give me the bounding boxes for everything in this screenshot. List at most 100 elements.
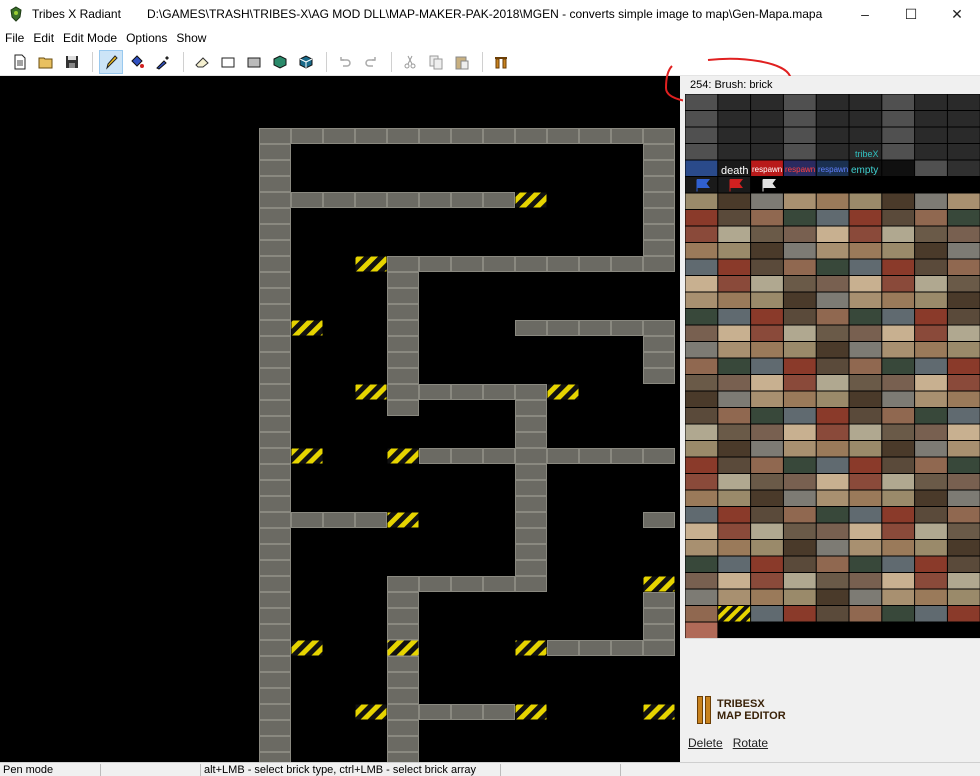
brush-swatch[interactable] <box>882 391 915 408</box>
brick-tile[interactable] <box>387 352 419 368</box>
brick-tile[interactable] <box>387 368 419 384</box>
brush-swatch[interactable] <box>783 391 816 408</box>
brush-swatch[interactable] <box>882 342 915 358</box>
brush-swatch[interactable] <box>947 474 980 490</box>
brush-swatch[interactable] <box>915 424 947 441</box>
brush-swatch[interactable] <box>947 573 980 589</box>
brick-tile[interactable] <box>483 576 515 592</box>
brush-swatch[interactable] <box>947 226 980 243</box>
brush-swatch[interactable] <box>915 94 947 111</box>
brick-tile[interactable] <box>419 704 451 720</box>
brick-tile[interactable] <box>259 736 291 752</box>
menu-edit[interactable]: Edit <box>29 31 58 45</box>
brush-swatch[interactable] <box>947 424 980 441</box>
brush-swatch[interactable] <box>849 292 882 309</box>
brush-swatch[interactable] <box>783 325 816 342</box>
brush-swatch[interactable] <box>882 127 915 144</box>
hazard-tile[interactable] <box>355 256 387 272</box>
brush-swatch[interactable] <box>816 606 849 622</box>
brush-swatch[interactable] <box>947 160 980 177</box>
brick-tile[interactable] <box>387 608 419 624</box>
new-file-button[interactable] <box>8 50 32 74</box>
brick-tile[interactable] <box>451 576 483 592</box>
menu-file[interactable]: File <box>1 31 28 45</box>
map-grid[interactable] <box>0 76 680 762</box>
brush-swatch[interactable] <box>685 309 718 325</box>
brush-swatch[interactable] <box>947 144 980 160</box>
brush-swatch[interactable] <box>751 309 783 325</box>
brush-swatch[interactable] <box>882 243 915 259</box>
brush-swatch[interactable] <box>685 457 718 474</box>
brush-swatch[interactable] <box>783 523 816 540</box>
brush-swatch[interactable] <box>685 276 718 292</box>
brush-swatch[interactable] <box>915 540 947 556</box>
brush-swatch[interactable] <box>718 342 751 358</box>
brick-tile[interactable] <box>579 128 611 144</box>
brush-swatch[interactable] <box>882 540 915 556</box>
brush-swatch[interactable] <box>915 127 947 144</box>
brush-swatch[interactable] <box>816 358 849 375</box>
brush-swatch[interactable] <box>947 408 980 424</box>
brush-swatch[interactable] <box>947 243 980 259</box>
brush-swatch[interactable] <box>915 111 947 127</box>
brush-swatch[interactable] <box>718 391 751 408</box>
brush-swatch[interactable] <box>816 309 849 325</box>
brush-swatch[interactable] <box>718 127 751 144</box>
brick-tile[interactable] <box>643 128 675 144</box>
brush-swatch[interactable] <box>849 391 882 408</box>
brush-swatch[interactable] <box>849 259 882 276</box>
brick-tile[interactable] <box>291 128 323 144</box>
brush-swatch[interactable] <box>816 408 849 424</box>
brick-tile[interactable] <box>483 128 515 144</box>
brick-tile[interactable] <box>451 704 483 720</box>
brick-tile[interactable] <box>515 464 547 480</box>
brush-swatch[interactable] <box>915 160 947 177</box>
brush-swatch[interactable] <box>783 589 816 606</box>
brick-tile[interactable] <box>419 448 451 464</box>
hazard-tile[interactable] <box>515 640 547 656</box>
brick-tile[interactable] <box>259 384 291 400</box>
brush-swatch[interactable] <box>915 375 947 391</box>
brush-swatch[interactable] <box>751 226 783 243</box>
brush-swatch[interactable] <box>816 144 849 160</box>
brush-swatch[interactable] <box>718 276 751 292</box>
brush-swatch[interactable] <box>915 259 947 276</box>
brick-tile[interactable] <box>259 144 291 160</box>
brush-swatch[interactable] <box>718 490 751 507</box>
brick-tile[interactable] <box>355 192 387 208</box>
brick-tile[interactable] <box>259 448 291 464</box>
brick-tile[interactable] <box>259 576 291 592</box>
brush-swatch[interactable] <box>947 309 980 325</box>
menu-show[interactable]: Show <box>172 31 210 45</box>
brick-tile[interactable] <box>387 288 419 304</box>
brick-tile[interactable] <box>259 496 291 512</box>
brush-swatch[interactable] <box>751 342 783 358</box>
brush-swatch[interactable] <box>882 507 915 523</box>
brick-tile[interactable] <box>419 384 451 400</box>
brush-swatch[interactable] <box>849 556 882 573</box>
brick-tile[interactable] <box>259 224 291 240</box>
brick-tile[interactable] <box>515 560 547 576</box>
brush-swatch[interactable] <box>947 375 980 391</box>
brush-swatch[interactable] <box>751 490 783 507</box>
brush-swatch[interactable] <box>751 259 783 276</box>
brush-swatch[interactable] <box>816 556 849 573</box>
brush-swatch[interactable] <box>915 457 947 474</box>
brush-swatch[interactable] <box>751 424 783 441</box>
brush-swatch[interactable] <box>751 210 783 226</box>
brush-swatch[interactable] <box>849 408 882 424</box>
brush-swatch[interactable] <box>718 408 751 424</box>
brush-swatch[interactable] <box>849 276 882 292</box>
brick-tile[interactable] <box>259 704 291 720</box>
brush-swatch[interactable] <box>849 573 882 589</box>
brick-tile[interactable] <box>611 640 643 656</box>
brush-swatch[interactable] <box>915 573 947 589</box>
brick-tile[interactable] <box>579 640 611 656</box>
brick-tile[interactable] <box>259 640 291 656</box>
brush-swatch[interactable] <box>783 127 816 144</box>
brush-swatch[interactable] <box>947 391 980 408</box>
brick-tile[interactable] <box>387 720 419 736</box>
brush-swatch[interactable] <box>947 177 980 193</box>
columns-button[interactable] <box>489 50 513 74</box>
brick-tile[interactable] <box>547 640 579 656</box>
